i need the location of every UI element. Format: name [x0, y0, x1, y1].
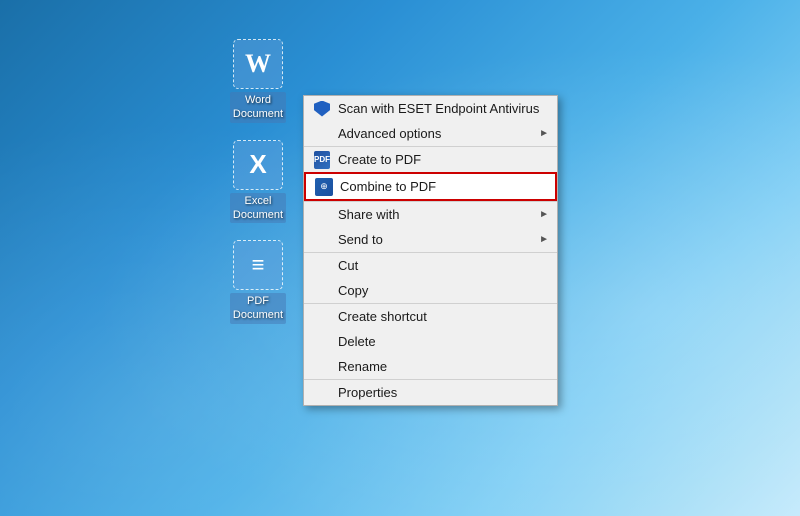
combine-pdf-icon: ⊕: [314, 177, 334, 197]
send-to-arrow: ►: [539, 234, 549, 245]
create-shortcut-label: Create shortcut: [338, 309, 543, 324]
share-icon: [312, 205, 332, 225]
desktop-icon-excel[interactable]: Excel Document: [222, 141, 294, 224]
pdf-label: PDF Document: [230, 293, 286, 324]
menu-section-properties: Properties: [304, 380, 557, 405]
shortcut-icon: [312, 307, 332, 327]
scan-label: Scan with ESET Endpoint Antivirus: [338, 101, 543, 116]
properties-label: Properties: [338, 385, 543, 400]
copy-label: Copy: [338, 283, 543, 298]
combine-pdf-label: Combine to PDF: [340, 179, 541, 194]
cut-icon: [312, 256, 332, 276]
create-pdf-icon: PDF: [312, 150, 332, 170]
advanced-icon: [312, 124, 332, 144]
menu-section-share: Share with ► Send to ►: [304, 202, 557, 253]
send-to-label: Send to: [338, 232, 543, 247]
menu-item-create-shortcut[interactable]: Create shortcut: [304, 304, 557, 329]
desktop-icons: Word Document Excel Document PDF Documen…: [222, 40, 294, 324]
delete-icon: [312, 332, 332, 352]
desktop-icon-word[interactable]: Word Document: [222, 40, 294, 123]
excel-label: Excel Document: [230, 193, 286, 224]
create-pdf-label: Create to PDF: [338, 152, 543, 167]
context-menu: Scan with ESET Endpoint Antivirus Advanc…: [303, 95, 558, 406]
menu-item-share[interactable]: Share with ►: [304, 202, 557, 227]
menu-item-rename[interactable]: Rename: [304, 354, 557, 379]
word-label: Word Document: [230, 92, 286, 123]
menu-item-scan[interactable]: Scan with ESET Endpoint Antivirus: [304, 96, 557, 121]
desktop-icon-pdf[interactable]: PDF Document: [222, 241, 294, 324]
menu-item-create-pdf[interactable]: PDF Create to PDF: [304, 147, 557, 172]
copy-icon: [312, 281, 332, 301]
menu-item-cut[interactable]: Cut: [304, 253, 557, 278]
advanced-arrow: ►: [539, 128, 549, 139]
menu-section-eset: Scan with ESET Endpoint Antivirus Advanc…: [304, 96, 557, 147]
word-icon: [234, 40, 282, 88]
cut-label: Cut: [338, 258, 543, 273]
menu-item-advanced[interactable]: Advanced options ►: [304, 121, 557, 146]
menu-item-properties[interactable]: Properties: [304, 380, 557, 405]
share-arrow: ►: [539, 209, 549, 220]
excel-icon: [234, 141, 282, 189]
rename-label: Rename: [338, 359, 543, 374]
advanced-label: Advanced options: [338, 126, 543, 141]
menu-item-copy[interactable]: Copy: [304, 278, 557, 303]
pdf-icon: [234, 241, 282, 289]
menu-section-pdf: PDF Create to PDF ⊕ Combine to PDF: [304, 147, 557, 202]
rename-icon: [312, 357, 332, 377]
menu-item-combine-pdf[interactable]: ⊕ Combine to PDF: [304, 172, 557, 201]
menu-item-send-to[interactable]: Send to ►: [304, 227, 557, 252]
menu-item-delete[interactable]: Delete: [304, 329, 557, 354]
share-label: Share with: [338, 207, 543, 222]
properties-icon: [312, 383, 332, 403]
send-to-icon: [312, 230, 332, 250]
delete-label: Delete: [338, 334, 543, 349]
menu-section-cut-copy: Cut Copy: [304, 253, 557, 304]
menu-section-file-ops: Create shortcut Delete Rename: [304, 304, 557, 380]
eset-icon: [312, 99, 332, 119]
